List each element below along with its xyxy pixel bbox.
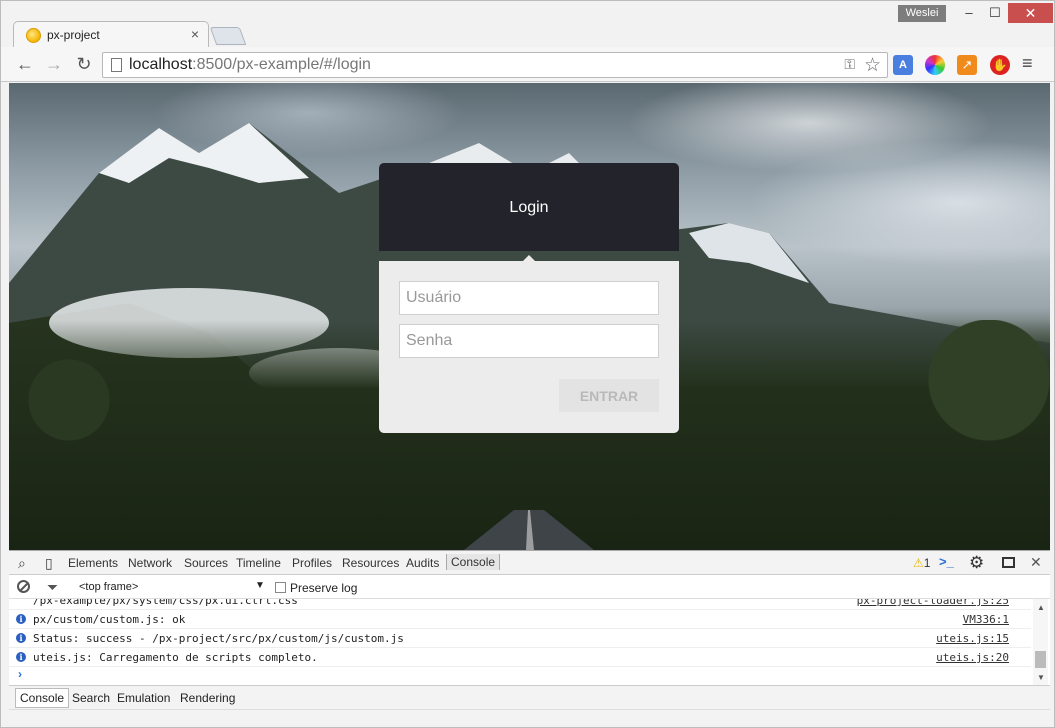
console-line: i px/custom/custom.js: ok VM336:1: [9, 610, 1031, 629]
console-filter-bar: ⏷ <top frame> ▼ Preserve log: [9, 575, 1050, 599]
forward-arrow-icon[interactable]: →: [43, 53, 65, 75]
reload-icon[interactable]: ↻: [73, 53, 95, 75]
url-path: :8500/px-example/#/login: [192, 56, 371, 73]
console-line: i uteis.js: Carregamento de scripts comp…: [9, 648, 1031, 667]
chevron-down-icon[interactable]: ▼: [255, 580, 265, 591]
console-output: /px-example/px/system/css/px.ui.ctrl.css…: [9, 599, 1050, 685]
adblock-extension-icon[interactable]: ✋: [990, 55, 1010, 75]
gear-icon[interactable]: ⚙: [969, 553, 984, 573]
console-message: /px-example/px/system/css/px.ui.ctrl.css: [33, 599, 298, 607]
tab-audits[interactable]: Audits: [406, 556, 439, 570]
warning-count: 1: [923, 556, 931, 570]
info-icon: i: [16, 633, 26, 643]
console-line: /px-example/px/system/css/px.ui.ctrl.css…: [9, 599, 1031, 610]
console-source-link[interactable]: px-project-loader.js:25: [857, 599, 1009, 607]
tab-title: px-project: [47, 28, 100, 42]
maximize-button[interactable]: ☐: [981, 3, 1009, 23]
clear-console-icon[interactable]: [17, 580, 30, 593]
console-source-link[interactable]: uteis.js:15: [936, 632, 1009, 645]
console-drawer-icon[interactable]: >_: [939, 554, 954, 569]
tab-network[interactable]: Network: [128, 556, 172, 570]
scroll-down-icon[interactable]: ▼: [1037, 673, 1045, 682]
inspect-search-icon[interactable]: ⌕: [18, 555, 26, 572]
device-mode-icon[interactable]: ▯: [45, 555, 53, 572]
minimize-button[interactable]: –: [955, 3, 983, 23]
console-message: uteis.js: Carregamento de scripts comple…: [33, 651, 318, 664]
devtools-panel: ⌕ ▯ Elements Network Sources Timeline Pr…: [9, 550, 1050, 724]
console-source-link[interactable]: VM336:1: [963, 613, 1009, 626]
address-bar[interactable]: localhost:8500/px-example/#/login ⚿ ☆: [102, 52, 888, 78]
browser-toolbar: ← → ↻ localhost:8500/px-example/#/login …: [1, 47, 1054, 82]
tab-close-icon[interactable]: ×: [191, 26, 199, 42]
devtools-status-bar: [9, 709, 1050, 724]
preserve-log-checkbox[interactable]: [275, 582, 286, 593]
background-road: [464, 510, 594, 550]
scrollbar-thumb[interactable]: [1035, 651, 1046, 668]
bookmark-star-icon[interactable]: ☆: [864, 54, 881, 77]
console-prompt[interactable]: ›: [18, 667, 22, 681]
warning-icon: ⚠: [913, 556, 924, 570]
submit-button[interactable]: ENTRAR: [559, 379, 659, 412]
console-message: Status: success - /px-project/src/px/cus…: [33, 632, 404, 645]
title-bar: px-project × Weslei – ☐ ✕: [1, 1, 1054, 48]
favicon-icon: [26, 28, 41, 43]
url-text[interactable]: localhost:8500/px-example/#/login: [129, 56, 371, 74]
drawer-tab-bar: Console Search Emulation Rendering: [9, 685, 1050, 709]
close-devtools-icon[interactable]: ✕: [1030, 554, 1042, 571]
tab-profiles[interactable]: Profiles: [292, 556, 332, 570]
console-source-link[interactable]: uteis.js:20: [936, 651, 1009, 664]
browser-tab[interactable]: px-project ×: [13, 21, 209, 48]
login-title: Login: [509, 199, 549, 216]
color-picker-extension-icon[interactable]: [925, 55, 945, 75]
translate-extension-icon[interactable]: A: [893, 55, 913, 75]
dock-side-icon[interactable]: [1002, 557, 1015, 568]
tab-console[interactable]: Console: [446, 554, 501, 570]
drawer-tab-rendering[interactable]: Rendering: [180, 691, 235, 705]
tab-timeline[interactable]: Timeline: [236, 556, 281, 570]
browser-menu-icon[interactable]: ≡: [1022, 53, 1033, 74]
console-scrollbar[interactable]: ▲ ▼: [1033, 599, 1048, 685]
password-input[interactable]: [399, 324, 659, 358]
username-input[interactable]: [399, 281, 659, 315]
new-tab-button[interactable]: [209, 27, 247, 45]
key-icon[interactable]: ⚿: [844, 56, 855, 73]
analytics-extension-icon[interactable]: ↗: [957, 55, 977, 75]
drawer-tab-console[interactable]: Console: [15, 688, 70, 708]
scroll-up-icon[interactable]: ▲: [1037, 603, 1045, 612]
login-form: ENTRAR: [379, 261, 679, 433]
close-window-button[interactable]: ✕: [1008, 3, 1053, 23]
info-icon: i: [16, 614, 26, 624]
preserve-log-label: Preserve log: [290, 581, 358, 595]
url-host: localhost: [129, 56, 193, 73]
drawer-tab-emulation[interactable]: Emulation: [117, 691, 170, 705]
warning-counter[interactable]: ⚠1: [913, 556, 930, 570]
tab-sources[interactable]: Sources: [184, 556, 228, 570]
drawer-tab-search[interactable]: Search: [72, 691, 110, 705]
console-line: i Status: success - /px-project/src/px/c…: [9, 629, 1031, 648]
back-arrow-icon[interactable]: ←: [14, 53, 36, 75]
console-message: px/custom/custom.js: ok: [33, 613, 186, 626]
login-header: Login: [379, 163, 679, 251]
profile-badge[interactable]: Weslei: [898, 5, 946, 22]
devtools-tab-bar: ⌕ ▯ Elements Network Sources Timeline Pr…: [9, 551, 1050, 575]
page-icon: [111, 58, 122, 72]
tab-resources[interactable]: Resources: [342, 556, 399, 570]
frame-select[interactable]: <top frame>: [79, 581, 138, 593]
browser-window: px-project × Weslei – ☐ ✕ ← → ↻ localhos…: [0, 0, 1055, 728]
info-icon: i: [16, 652, 26, 662]
filter-icon[interactable]: ⏷: [47, 579, 58, 596]
tab-elements[interactable]: Elements: [68, 556, 118, 570]
